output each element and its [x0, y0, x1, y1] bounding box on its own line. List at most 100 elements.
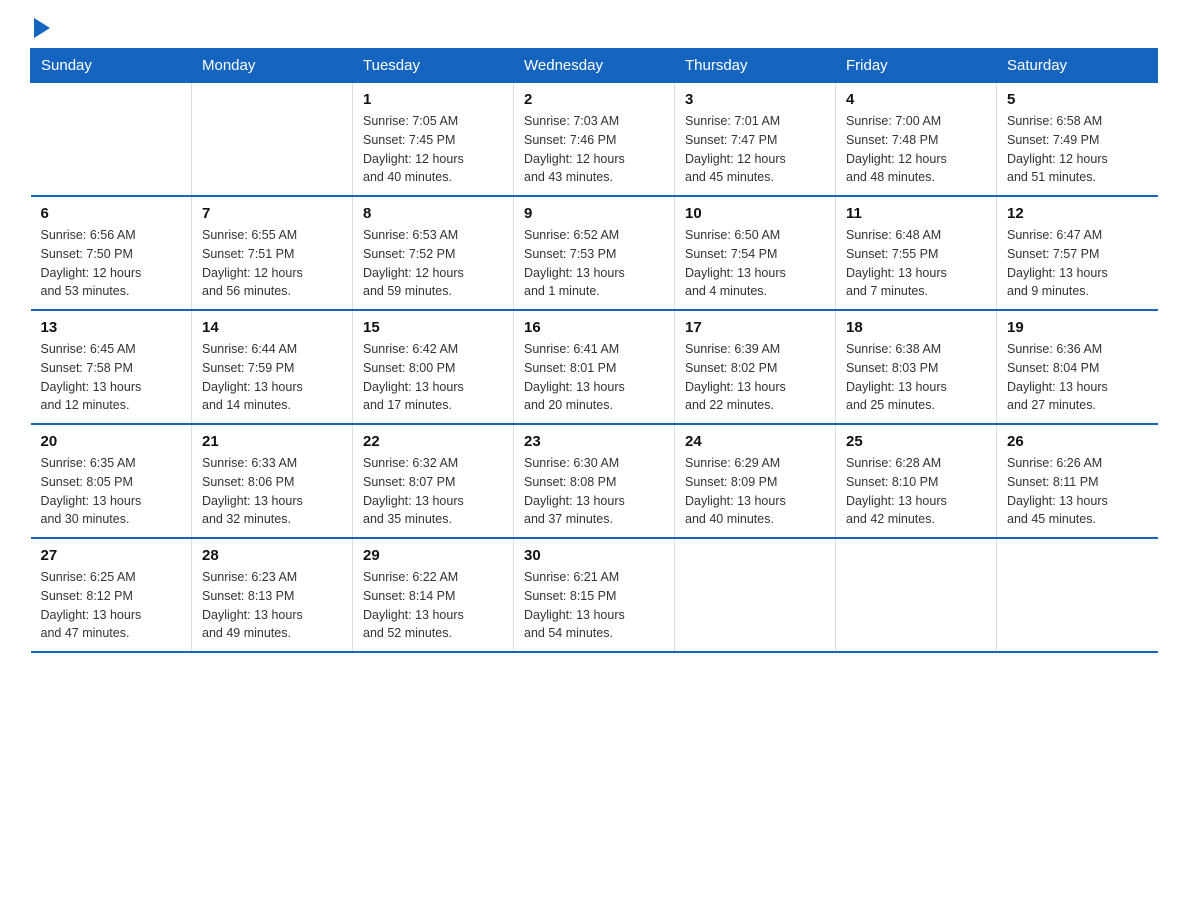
calendar-cell: 30 Sunrise: 6:21 AM Sunset: 8:15 PM Dayli… [514, 538, 675, 652]
day-number: 21 [202, 433, 342, 450]
calendar-cell: 7 Sunrise: 6:55 AM Sunset: 7:51 PM Daylig… [192, 196, 353, 310]
day-number: 9 [524, 205, 664, 222]
day-number: 15 [363, 319, 503, 336]
day-number: 23 [524, 433, 664, 450]
header-saturday: Saturday [997, 49, 1158, 83]
day-number: 14 [202, 319, 342, 336]
calendar-cell: 28 Sunrise: 6:23 AM Sunset: 8:13 PM Dayli… [192, 538, 353, 652]
header-monday: Monday [192, 49, 353, 83]
calendar-cell: 2 Sunrise: 7:03 AM Sunset: 7:46 PM Daylig… [514, 83, 675, 197]
calendar-cell [836, 538, 997, 652]
logo-arrow-icon [34, 18, 50, 38]
calendar-header-row: SundayMondayTuesdayWednesdayThursdayFrid… [31, 49, 1158, 83]
calendar-cell: 23 Sunrise: 6:30 AM Sunset: 8:08 PM Dayli… [514, 424, 675, 538]
day-number: 24 [685, 433, 825, 450]
day-info: Sunrise: 6:23 AM Sunset: 8:13 PM Dayligh… [202, 568, 342, 643]
day-number: 20 [41, 433, 182, 450]
calendar-cell [675, 538, 836, 652]
day-info: Sunrise: 6:55 AM Sunset: 7:51 PM Dayligh… [202, 226, 342, 301]
calendar-cell [997, 538, 1158, 652]
day-number: 1 [363, 91, 503, 108]
day-number: 27 [41, 547, 182, 564]
day-info: Sunrise: 6:38 AM Sunset: 8:03 PM Dayligh… [846, 340, 986, 415]
day-info: Sunrise: 6:32 AM Sunset: 8:07 PM Dayligh… [363, 454, 503, 529]
day-info: Sunrise: 6:30 AM Sunset: 8:08 PM Dayligh… [524, 454, 664, 529]
calendar-cell: 16Sunrise: 6:41 AM Sunset: 8:01 PM Dayli… [514, 310, 675, 424]
day-number: 12 [1007, 205, 1148, 222]
calendar-week-row: 6Sunrise: 6:56 AM Sunset: 7:50 PM Daylig… [31, 196, 1158, 310]
day-number: 19 [1007, 319, 1148, 336]
day-info: Sunrise: 6:53 AM Sunset: 7:52 PM Dayligh… [363, 226, 503, 301]
day-info: Sunrise: 6:45 AM Sunset: 7:58 PM Dayligh… [41, 340, 182, 415]
day-info: Sunrise: 7:00 AM Sunset: 7:48 PM Dayligh… [846, 112, 986, 187]
day-number: 2 [524, 91, 664, 108]
calendar-cell: 20Sunrise: 6:35 AM Sunset: 8:05 PM Dayli… [31, 424, 192, 538]
day-info: Sunrise: 6:29 AM Sunset: 8:09 PM Dayligh… [685, 454, 825, 529]
header-thursday: Thursday [675, 49, 836, 83]
logo [30, 20, 50, 38]
day-info: Sunrise: 6:50 AM Sunset: 7:54 PM Dayligh… [685, 226, 825, 301]
header-friday: Friday [836, 49, 997, 83]
day-info: Sunrise: 7:01 AM Sunset: 7:47 PM Dayligh… [685, 112, 825, 187]
page-header [30, 20, 1158, 38]
calendar-cell: 25 Sunrise: 6:28 AM Sunset: 8:10 PM Dayli… [836, 424, 997, 538]
day-number: 28 [202, 547, 342, 564]
day-info: Sunrise: 6:22 AM Sunset: 8:14 PM Dayligh… [363, 568, 503, 643]
day-number: 4 [846, 91, 986, 108]
calendar-cell: 21 Sunrise: 6:33 AM Sunset: 8:06 PM Dayli… [192, 424, 353, 538]
day-info: Sunrise: 6:47 AM Sunset: 7:57 PM Dayligh… [1007, 226, 1148, 301]
calendar-week-row: 13 Sunrise: 6:45 AM Sunset: 7:58 PM Dayli… [31, 310, 1158, 424]
day-number: 25 [846, 433, 986, 450]
day-info: Sunrise: 6:44 AM Sunset: 7:59 PM Dayligh… [202, 340, 342, 415]
day-info: Sunrise: 6:56 AM Sunset: 7:50 PM Dayligh… [41, 226, 182, 301]
day-number: 5 [1007, 91, 1148, 108]
header-sunday: Sunday [31, 49, 192, 83]
day-info: Sunrise: 6:33 AM Sunset: 8:06 PM Dayligh… [202, 454, 342, 529]
day-number: 8 [363, 205, 503, 222]
calendar-cell: 10 Sunrise: 6:50 AM Sunset: 7:54 PM Dayli… [675, 196, 836, 310]
day-number: 7 [202, 205, 342, 222]
day-info: Sunrise: 6:48 AM Sunset: 7:55 PM Dayligh… [846, 226, 986, 301]
calendar-cell: 27 Sunrise: 6:25 AM Sunset: 8:12 PM Dayli… [31, 538, 192, 652]
day-number: 10 [685, 205, 825, 222]
day-info: Sunrise: 6:28 AM Sunset: 8:10 PM Dayligh… [846, 454, 986, 529]
calendar-cell: 6Sunrise: 6:56 AM Sunset: 7:50 PM Daylig… [31, 196, 192, 310]
calendar-cell: 12 Sunrise: 6:47 AM Sunset: 7:57 PM Dayli… [997, 196, 1158, 310]
header-wednesday: Wednesday [514, 49, 675, 83]
calendar-cell: 3Sunrise: 7:01 AM Sunset: 7:47 PM Daylig… [675, 83, 836, 197]
calendar-cell: 15 Sunrise: 6:42 AM Sunset: 8:00 PM Dayli… [353, 310, 514, 424]
calendar-cell: 26 Sunrise: 6:26 AM Sunset: 8:11 PM Dayli… [997, 424, 1158, 538]
calendar-week-row: 20Sunrise: 6:35 AM Sunset: 8:05 PM Dayli… [31, 424, 1158, 538]
day-number: 11 [846, 205, 986, 222]
calendar-cell: 9 Sunrise: 6:52 AM Sunset: 7:53 PM Daylig… [514, 196, 675, 310]
calendar-cell: 4 Sunrise: 7:00 AM Sunset: 7:48 PM Daylig… [836, 83, 997, 197]
day-info: Sunrise: 6:25 AM Sunset: 8:12 PM Dayligh… [41, 568, 182, 643]
day-info: Sunrise: 6:21 AM Sunset: 8:15 PM Dayligh… [524, 568, 664, 643]
day-info: Sunrise: 6:36 AM Sunset: 8:04 PM Dayligh… [1007, 340, 1148, 415]
calendar-cell: 5 Sunrise: 6:58 AM Sunset: 7:49 PM Daylig… [997, 83, 1158, 197]
day-number: 30 [524, 547, 664, 564]
day-info: Sunrise: 6:42 AM Sunset: 8:00 PM Dayligh… [363, 340, 503, 415]
day-number: 26 [1007, 433, 1148, 450]
day-info: Sunrise: 6:26 AM Sunset: 8:11 PM Dayligh… [1007, 454, 1148, 529]
day-number: 29 [363, 547, 503, 564]
day-info: Sunrise: 7:05 AM Sunset: 7:45 PM Dayligh… [363, 112, 503, 187]
calendar-cell: 14 Sunrise: 6:44 AM Sunset: 7:59 PM Dayli… [192, 310, 353, 424]
day-info: Sunrise: 6:39 AM Sunset: 8:02 PM Dayligh… [685, 340, 825, 415]
calendar-cell: 22 Sunrise: 6:32 AM Sunset: 8:07 PM Dayli… [353, 424, 514, 538]
day-info: Sunrise: 7:03 AM Sunset: 7:46 PM Dayligh… [524, 112, 664, 187]
day-info: Sunrise: 6:52 AM Sunset: 7:53 PM Dayligh… [524, 226, 664, 301]
day-number: 13 [41, 319, 182, 336]
calendar-week-row: 1 Sunrise: 7:05 AM Sunset: 7:45 PM Daylig… [31, 83, 1158, 197]
calendar-cell: 8 Sunrise: 6:53 AM Sunset: 7:52 PM Daylig… [353, 196, 514, 310]
calendar-cell: 19 Sunrise: 6:36 AM Sunset: 8:04 PM Dayli… [997, 310, 1158, 424]
calendar-cell: 11 Sunrise: 6:48 AM Sunset: 7:55 PM Dayli… [836, 196, 997, 310]
calendar-cell [192, 83, 353, 197]
day-number: 22 [363, 433, 503, 450]
day-info: Sunrise: 6:58 AM Sunset: 7:49 PM Dayligh… [1007, 112, 1148, 187]
header-tuesday: Tuesday [353, 49, 514, 83]
calendar-cell: 17Sunrise: 6:39 AM Sunset: 8:02 PM Dayli… [675, 310, 836, 424]
calendar-week-row: 27 Sunrise: 6:25 AM Sunset: 8:12 PM Dayli… [31, 538, 1158, 652]
day-number: 18 [846, 319, 986, 336]
calendar-cell: 24 Sunrise: 6:29 AM Sunset: 8:09 PM Dayli… [675, 424, 836, 538]
